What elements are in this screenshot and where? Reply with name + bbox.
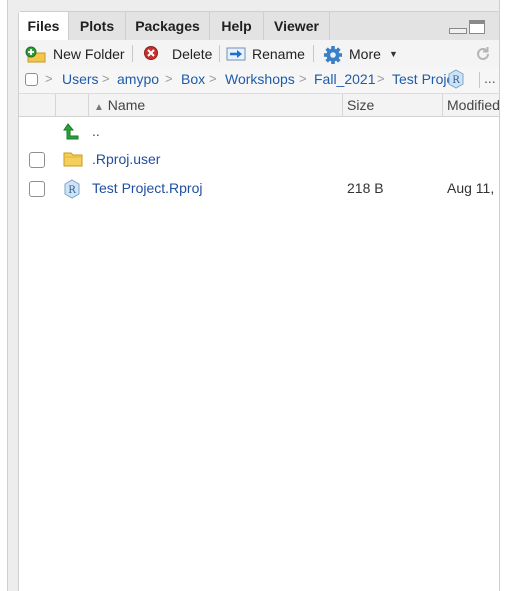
file-size: 218 B xyxy=(347,180,384,196)
chevron-right-icon: > xyxy=(209,71,217,86)
file-name[interactable]: Test Project.Rproj xyxy=(92,180,202,196)
list-item-parent[interactable]: .. xyxy=(19,117,499,146)
file-modified: Aug 11, xyxy=(447,180,495,196)
list-item-file[interactable]: R Test Project.Rproj 218 B Aug 11, xyxy=(19,174,499,203)
rproj-file-icon: R xyxy=(64,179,80,199)
toolbar-separator xyxy=(313,45,314,62)
new-folder-label: New Folder xyxy=(53,46,125,62)
toolbar-separator xyxy=(219,45,220,62)
new-folder-icon xyxy=(25,46,46,63)
tab-packages[interactable]: Packages xyxy=(126,12,210,41)
tab-viewer[interactable]: Viewer xyxy=(264,12,330,41)
file-name[interactable]: .Rproj.user xyxy=(92,151,160,167)
column-name-label: Name xyxy=(107,97,146,113)
rename-button[interactable]: Rename xyxy=(226,43,306,65)
file-list-header: ▲ Name Size Modified xyxy=(18,94,500,117)
sort-ascending-icon: ▲ xyxy=(94,102,104,113)
chevron-right-icon: > xyxy=(377,71,385,86)
refresh-icon[interactable] xyxy=(474,45,492,63)
breadcrumb-path: > Users > amypo > Box > Workshops > Fall… xyxy=(19,67,479,93)
parent-directory-icon xyxy=(63,123,79,140)
row-checkbox[interactable] xyxy=(29,181,45,197)
more-button[interactable]: More ▼ xyxy=(323,43,403,65)
delete-button[interactable]: Delete xyxy=(143,43,213,65)
tab-files[interactable]: Files xyxy=(19,12,69,42)
breadcrumb-fall-2021[interactable]: Fall_2021 xyxy=(314,71,376,87)
svg-text:R: R xyxy=(68,185,76,196)
column-divider xyxy=(442,94,443,116)
gear-icon xyxy=(324,46,342,64)
pane-window-controls xyxy=(449,20,489,36)
breadcrumb: > Users > amypo > Box > Workshops > Fall… xyxy=(18,67,500,94)
tab-plots[interactable]: Plots xyxy=(69,12,126,41)
chevron-right-icon: > xyxy=(165,71,173,86)
delete-label: Delete xyxy=(172,46,213,62)
toolbar-separator xyxy=(132,45,133,62)
chevron-right-icon: > xyxy=(299,71,307,86)
breadcrumb-overflow-button[interactable]: ... xyxy=(484,70,496,86)
breadcrumb-workshops[interactable]: Workshops xyxy=(225,71,295,87)
tab-help[interactable]: Help xyxy=(210,12,264,41)
folder-icon xyxy=(63,152,83,167)
column-header-modified[interactable]: Modified xyxy=(447,94,499,116)
chevron-down-icon: ▼ xyxy=(389,49,398,59)
pane-tab-bar: Files Plots Packages Help Viewer xyxy=(18,11,500,42)
column-header-name[interactable]: ▲ Name xyxy=(94,94,344,116)
new-folder-button[interactable]: New Folder xyxy=(25,43,125,65)
more-label: More xyxy=(349,46,381,62)
chevron-right-icon: > xyxy=(45,71,53,86)
svg-text:R: R xyxy=(452,75,460,86)
rename-icon xyxy=(226,47,246,61)
rproj-file-icon: R xyxy=(448,69,464,89)
breadcrumb-test-project[interactable]: Test Proje xyxy=(392,71,454,87)
files-toolbar: New Folder Delete Rename More ▼ xyxy=(18,40,500,68)
breadcrumb-amypo[interactable]: amypo xyxy=(117,71,159,87)
rename-label: Rename xyxy=(252,46,305,62)
column-divider xyxy=(88,94,89,116)
column-divider xyxy=(342,94,343,116)
delete-icon xyxy=(144,46,158,60)
breadcrumb-separator xyxy=(479,72,480,88)
column-divider xyxy=(55,94,56,116)
breadcrumb-box[interactable]: Box xyxy=(181,71,205,87)
list-item-folder[interactable]: .Rproj.user xyxy=(19,145,499,174)
minimize-pane-button[interactable] xyxy=(449,28,467,34)
breadcrumb-users[interactable]: Users xyxy=(62,71,99,87)
chevron-right-icon: > xyxy=(102,71,110,86)
file-list: .. .Rproj.user R Test Project.Rproj 218 … xyxy=(18,117,500,591)
row-checkbox[interactable] xyxy=(29,152,45,168)
file-name[interactable]: .. xyxy=(92,123,100,139)
column-header-size[interactable]: Size xyxy=(347,94,437,116)
maximize-pane-button[interactable] xyxy=(469,20,485,34)
